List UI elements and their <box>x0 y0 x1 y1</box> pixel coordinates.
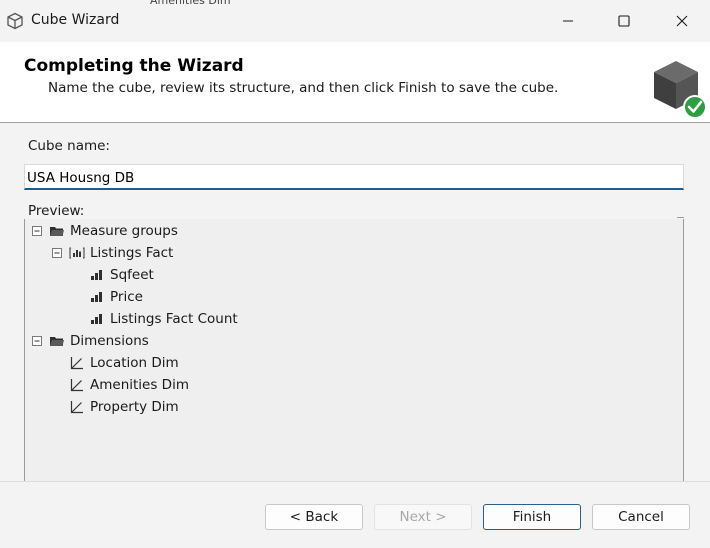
tree-corner <box>677 217 684 220</box>
tree-label: Amenities Dim <box>90 377 189 393</box>
maximize-button[interactable] <box>596 0 652 42</box>
page-title: Completing the Wizard <box>24 56 244 76</box>
title-bar: Amenities Dim Cube Wizard <box>0 0 710 42</box>
tree-label: Sqfeet <box>110 267 154 283</box>
tree-label: Dimensions <box>70 333 149 349</box>
collapse-icon[interactable] <box>31 225 43 237</box>
close-icon <box>676 15 688 27</box>
wizard-footer: < Back Next > Finish Cancel <box>0 481 710 548</box>
minimize-button[interactable] <box>540 0 596 42</box>
tree-node-dimension[interactable]: Amenities Dim <box>69 374 189 396</box>
tree-label: Listings Fact <box>90 245 174 261</box>
wizard-header: Completing the Wizard Name the cube, rev… <box>0 42 710 122</box>
back-button[interactable]: < Back <box>265 504 363 530</box>
tree-node-dimension[interactable]: Property Dim <box>69 396 179 418</box>
cube-icon <box>7 12 23 30</box>
cube-name-input[interactable] <box>24 164 684 190</box>
tree-label: Price <box>110 289 143 305</box>
tree-node-measure-groups[interactable]: Measure groups <box>31 220 178 242</box>
tree-node-measure[interactable]: Listings Fact Count <box>89 308 238 330</box>
tree-label: Location Dim <box>90 355 179 371</box>
tree-label: Property Dim <box>90 399 179 415</box>
close-button[interactable] <box>654 0 710 42</box>
folder-icon <box>49 223 65 239</box>
tree-node-measure[interactable]: Sqfeet <box>89 264 154 286</box>
cancel-button[interactable]: Cancel <box>592 504 690 530</box>
minimize-icon <box>563 20 573 22</box>
collapse-icon[interactable] <box>31 335 43 347</box>
cube-check-icon <box>654 61 707 119</box>
page-subtitle: Name the cube, review its structure, and… <box>48 80 559 96</box>
tree-node-dimensions[interactable]: Dimensions <box>31 330 149 352</box>
background-tab-text: Amenities Dim <box>150 0 270 5</box>
measure-icon <box>89 311 105 327</box>
window-title: Cube Wizard <box>31 12 120 28</box>
dimension-icon <box>69 377 85 393</box>
tree-label: Measure groups <box>70 223 178 239</box>
tree-label: Listings Fact Count <box>110 311 238 327</box>
wizard-body: Cube name: Preview: Measure groups Listi… <box>0 123 710 481</box>
measure-icon <box>89 267 105 283</box>
dimension-icon <box>69 399 85 415</box>
preview-label: Preview: <box>28 203 85 219</box>
next-button: Next > <box>374 504 472 530</box>
measure-icon <box>89 289 105 305</box>
finish-button[interactable]: Finish <box>483 504 581 530</box>
measure-group-icon <box>69 245 85 261</box>
tree-node-listings-fact[interactable]: Listings Fact <box>51 242 173 264</box>
collapse-icon[interactable] <box>51 247 63 259</box>
tree-node-measure[interactable]: Price <box>89 286 143 308</box>
maximize-icon <box>618 15 630 27</box>
folder-icon <box>49 333 65 349</box>
cube-name-label: Cube name: <box>28 138 110 154</box>
preview-tree[interactable]: Measure groups Listings Fact Sqfeet Pric… <box>24 217 684 481</box>
dimension-icon <box>69 355 85 371</box>
tree-node-dimension[interactable]: Location Dim <box>69 352 179 374</box>
